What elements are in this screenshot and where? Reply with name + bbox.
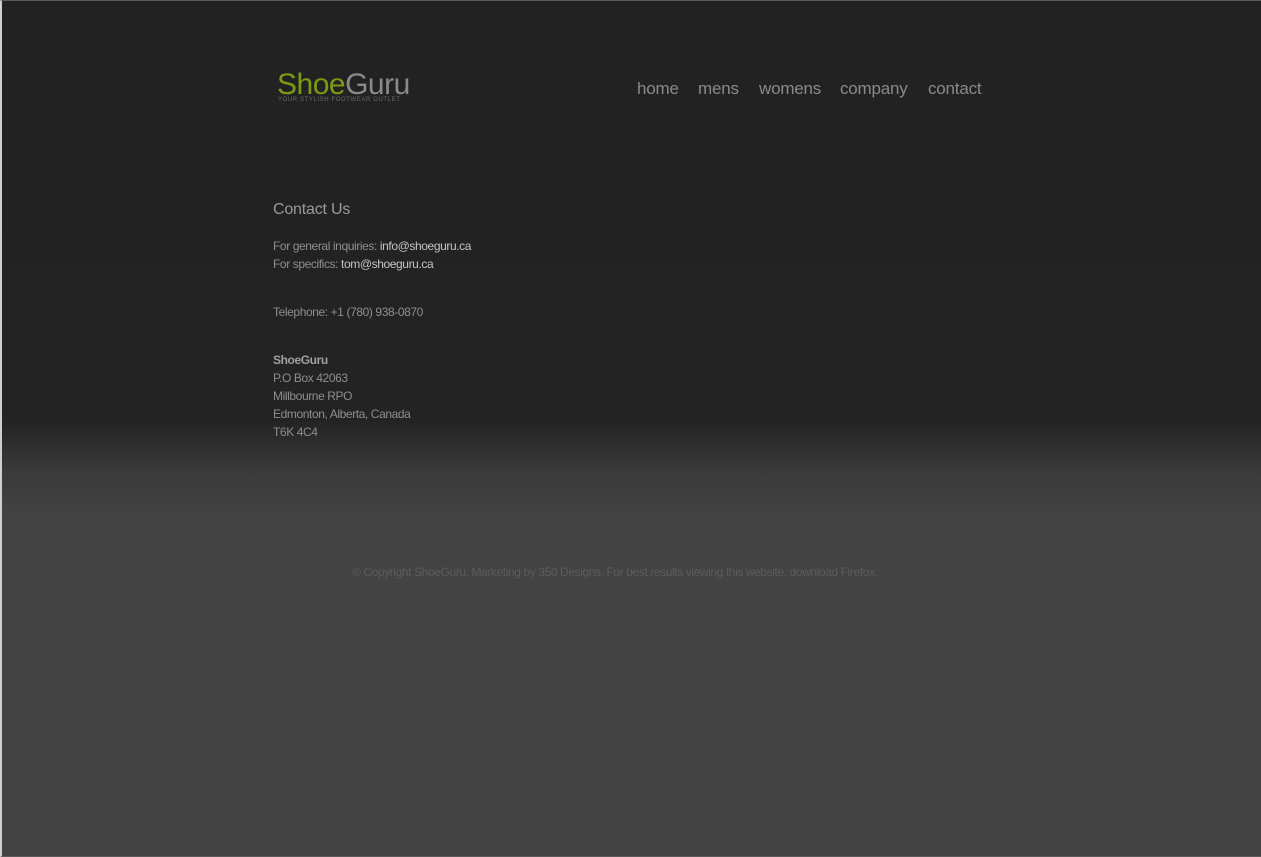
- footer-end: .: [874, 565, 878, 579]
- footer-firefox-link[interactable]: Firefox: [841, 565, 875, 579]
- footer: © Copyright ShoeGuru. Marketing by 350 D…: [352, 565, 878, 579]
- specifics-line: For specifics: tom@shoeguru.ca: [273, 257, 434, 271]
- nav-contact[interactable]: contact: [928, 79, 982, 99]
- specifics-label: For specifics:: [273, 257, 339, 271]
- specifics-email-link[interactable]: tom@shoeguru.ca: [341, 257, 434, 271]
- page-frame: ShoeGuru YOUR STYLISH FOOTWEAR OUTLET ho…: [0, 0, 1261, 857]
- general-inquiries-label: For general inquiries:: [273, 239, 377, 253]
- nav-mens[interactable]: mens: [698, 79, 739, 99]
- footer-copyright: © Copyright ShoeGuru.: [352, 565, 469, 579]
- address-line-3: Edmonton, Alberta, Canada: [273, 407, 411, 421]
- address-line-1: P.O Box 42063: [273, 371, 348, 385]
- footer-marketing-prefix: Marketing by: [471, 565, 536, 579]
- telephone-line: Telephone: +1 (780) 938-0870: [273, 305, 423, 319]
- main-nav: home mens womens company contact: [2, 79, 1261, 101]
- footer-best-results-text: . For best results viewing this website,…: [600, 565, 839, 579]
- page-title: Contact Us: [273, 201, 351, 218]
- nav-company[interactable]: company: [840, 79, 908, 99]
- general-inquiries-line: For general inquiries: info@shoeguru.ca: [273, 239, 471, 253]
- address-line-2: Millbourne RPO: [273, 389, 353, 403]
- footer-designer-link[interactable]: 350 Designs: [538, 565, 601, 579]
- address-company-name: ShoeGuru: [273, 353, 328, 367]
- nav-home[interactable]: home: [637, 79, 679, 99]
- general-email-link[interactable]: info@shoeguru.ca: [380, 239, 472, 253]
- nav-womens[interactable]: womens: [759, 79, 821, 99]
- address-line-4: T6K 4C4: [273, 425, 318, 439]
